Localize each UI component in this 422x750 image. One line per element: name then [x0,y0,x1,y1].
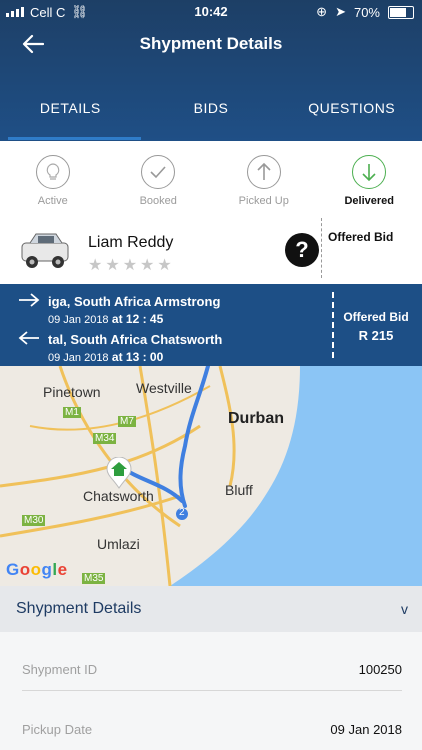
step-label: Picked Up [238,195,289,207]
arrow-left-icon [18,331,39,345]
detail-key: Shypment ID [22,662,98,677]
road-shield: M1 [63,407,81,418]
offered-bid-label: Offered Bid [328,230,394,244]
drop-row: tal, South Africa Chatsworth 09 Jan 2018… [0,326,330,364]
arrow-up-icon [246,155,281,189]
detail-value: 100250 [358,662,402,677]
detail-value: 09 Jan 2018 [330,722,402,737]
vehicle-icon [21,233,69,268]
carrier-card[interactable]: Liam Reddy ★★★★★ ? Offered Bid [0,218,422,284]
road-shield: M34 [93,433,117,444]
step-delivered: Delivered [317,141,422,218]
question-icon[interactable]: ? [285,233,319,267]
details-title: Shypment Details [16,600,142,617]
home-pin-icon[interactable] [105,457,133,489]
chevron-down-icon[interactable]: v [401,601,408,617]
step-picked-up: Picked Up [211,141,317,218]
step-booked: Booked [106,141,212,218]
pickup-time: at 12 : 45 [111,312,164,326]
map-label-durban: Durban [228,410,284,427]
tab-details[interactable]: DETAILS [0,80,141,140]
offered-bid-label: Offered Bid [343,310,409,324]
rating-stars: ★★★★★ [88,257,175,274]
pickup-row: iga, South Africa Armstrong 09 Jan 2018 … [0,288,330,326]
drop-address: tal, South Africa Chatsworth [48,332,223,347]
road-shield: M7 [118,416,136,427]
app-header: Cell C ⛓ 10:42 ⊕ ➤ 70% Shypment Details … [0,0,422,141]
pickup-date: 09 Jan 2018 [48,314,109,326]
battery-percent: 70% [353,4,380,20]
step-label: Booked [139,195,177,207]
battery-icon [388,5,414,19]
check-icon [141,155,176,189]
pickup-address: iga, South Africa Armstrong [48,294,221,309]
offered-bid-amount: R 215 [358,328,394,343]
divider [332,292,334,358]
divider [22,690,402,691]
road-shield: M30 [22,515,46,526]
rotation-lock-icon: ⊕ [316,4,328,19]
map-label-bluff: Bluff [225,482,253,498]
status-bar: Cell C ⛓ 10:42 ⊕ ➤ 70% [0,0,422,24]
detail-row-pickup-date: Pickup Date 09 Jan 2018 [22,710,402,750]
location-icon: ➤ [335,4,346,19]
drop-time: at 13 : 00 [111,350,164,364]
drop-date: 09 Jan 2018 [48,352,109,364]
detail-key: Pickup Date [22,722,93,737]
map-label-umlazi: Umlazi [97,536,140,552]
detail-row-shypment-id: Shypment ID 100250 [22,650,402,690]
driver-name: Liam Reddy [88,234,174,251]
route-map[interactable]: Westville Pinetown Durban Chatsworth Blu… [0,366,422,586]
map-label-pinetown: Pinetown [43,384,101,400]
arrow-right-icon [19,293,40,307]
route-panel: iga, South Africa Armstrong 09 Jan 2018 … [0,284,422,366]
tab-bar: DETAILS BIDS QUESTIONS [0,80,422,140]
tab-questions[interactable]: QUESTIONS [281,80,422,140]
tab-bids[interactable]: BIDS [141,80,282,140]
google-logo: Google [6,560,68,579]
step-active: Active [0,141,106,218]
details-accordion-header[interactable]: Shypment Details v [0,586,422,632]
road-shield: M35 [82,573,106,584]
step-label: Active [37,195,68,207]
route-shield: 2 [179,507,185,518]
map-label-chatsworth: Chatsworth [83,488,154,504]
step-label: Delivered [344,195,395,207]
map-label-westville: Westville [136,380,192,396]
bulb-icon [35,155,70,189]
arrow-down-icon [352,155,387,189]
divider [321,218,322,278]
page-title: Shypment Details [139,34,283,53]
status-steps: Active Booked Picked Up Delivered [0,141,422,219]
